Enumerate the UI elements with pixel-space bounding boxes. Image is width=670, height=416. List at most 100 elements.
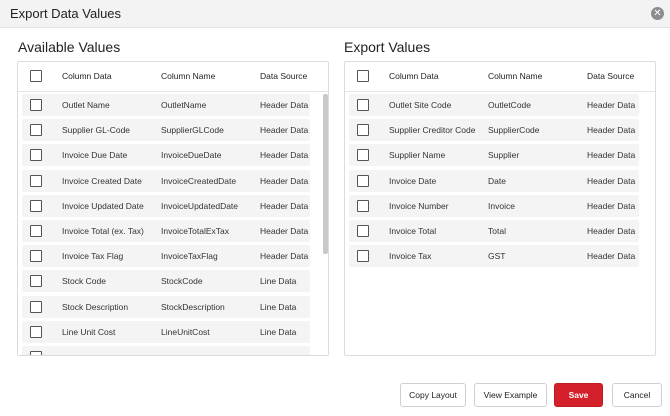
row-checkbox[interactable] (30, 99, 42, 111)
cancel-button[interactable]: Cancel (612, 383, 662, 407)
table-row[interactable]: Invoice Number Invoice Header Data (349, 194, 639, 217)
cell-data-source: Line Data (260, 276, 297, 287)
row-checkbox[interactable] (357, 99, 369, 111)
cell-column-data: Stock Code (62, 276, 106, 287)
copy-layout-button[interactable]: Copy Layout (400, 383, 466, 407)
cell-column-name: InvoiceDueDate (161, 150, 222, 161)
cell-data-source: Line Data (260, 301, 297, 312)
select-all-checkbox[interactable] (357, 70, 369, 82)
table-row[interactable]: Invoice Total Total Header Data (349, 220, 639, 242)
table-row[interactable]: Invoice Tax GST Header Data (349, 245, 639, 268)
cell-column-data: Invoice Due Date (62, 150, 128, 161)
row-checkbox[interactable] (357, 199, 369, 212)
table-row[interactable]: Supplier Creditor Code SupplierCode Header… (349, 119, 639, 142)
cell-column-name: SupplierCode (488, 125, 540, 136)
available-rows: Outlet Name OutletName Header Data Supplier… (18, 94, 328, 355)
table-row[interactable]: Stock Code StockCode Line Data (22, 270, 310, 293)
cell-data-source: Header Data (260, 150, 309, 161)
dialog-title: Export Data Values (10, 6, 122, 21)
cell-data-source: Header Data (587, 125, 636, 136)
row-checkbox[interactable] (357, 250, 369, 263)
table-row[interactable]: Supplier GL-Code SupplierGLCode Header Dat… (22, 119, 310, 142)
cell-column-data: Invoice Tax Flag (62, 251, 124, 262)
grid-header: Column Data Column Name Data Source (18, 62, 328, 92)
cell-column-data: Supplier Creditor Code (389, 125, 476, 136)
cell-column-data: Invoice Date (389, 175, 437, 186)
table-row[interactable]: Invoice Created Date InvoiceCreatedDate He… (22, 169, 310, 192)
row-checkbox[interactable] (30, 351, 42, 355)
cell-column-name: InvoiceCreatedDate (161, 175, 237, 186)
cell-data-source: Header Data (587, 150, 636, 161)
close-icon[interactable]: ✕ (651, 7, 664, 20)
table-row[interactable]: Invoice Total (ex. Tax) InvoiceTotalExTax… (22, 220, 310, 242)
cell-column-data: Invoice Total (389, 226, 437, 236)
cell-column-name: InvoiceTaxFlag (161, 251, 218, 262)
select-all-checkbox[interactable] (30, 70, 42, 82)
table-row[interactable] (22, 346, 310, 355)
row-checkbox[interactable] (357, 225, 369, 237)
cell-column-data: Invoice Number (389, 200, 449, 211)
column-header-column-data[interactable]: Column Data (62, 71, 154, 81)
row-checkbox[interactable] (30, 250, 42, 263)
export-values-title: Export Values (344, 39, 431, 55)
dialog-titlebar: Export Data Values ✕ (0, 0, 670, 28)
table-row[interactable]: Outlet Name OutletName Header Data (22, 94, 310, 116)
cell-column-data: Invoice Tax (389, 251, 432, 262)
cell-column-data: Supplier Name (389, 150, 446, 161)
row-checkbox[interactable] (30, 225, 42, 237)
row-checkbox[interactable] (30, 300, 42, 313)
table-row[interactable]: Invoice Due Date InvoiceDueDate Header Dat… (22, 144, 310, 167)
cell-column-data: Invoice Updated Date (62, 200, 144, 211)
cell-column-name: StockCode (161, 276, 203, 287)
cell-column-data: Outlet Site Code (389, 100, 452, 110)
scrollbar-thumb[interactable] (323, 94, 328, 254)
cell-data-source: Header Data (587, 100, 636, 110)
row-checkbox[interactable] (30, 174, 42, 187)
column-header-column-data[interactable]: Column Data (389, 71, 481, 81)
cell-column-name: StockDescription (161, 301, 225, 312)
cell-data-source: Header Data (260, 226, 309, 236)
table-row[interactable]: Invoice Tax Flag InvoiceTaxFlag Header Dat… (22, 245, 310, 268)
row-checkbox[interactable] (357, 174, 369, 187)
cell-column-data: Invoice Created Date (62, 175, 142, 186)
table-row[interactable]: Outlet Site Code OutletCode Header Data (349, 94, 639, 116)
row-checkbox[interactable] (30, 325, 42, 338)
save-button[interactable]: Save (554, 383, 603, 407)
table-row[interactable]: Line Unit Cost LineUnitCost Line Data (22, 320, 310, 343)
available-values-title: Available Values (18, 39, 121, 55)
row-checkbox[interactable] (30, 199, 42, 212)
cell-column-name: Date (488, 175, 506, 186)
cell-column-data: Invoice Total (ex. Tax) (62, 226, 144, 236)
cell-data-source: Header Data (587, 175, 636, 186)
cell-column-name: InvoiceUpdatedDate (161, 200, 239, 211)
table-row[interactable]: Supplier Name Supplier Header Data (349, 144, 639, 167)
column-header-data-source[interactable]: Data Source (587, 71, 635, 81)
row-checkbox[interactable] (30, 124, 42, 137)
cell-column-name: GST (488, 251, 506, 262)
cell-column-name: InvoiceTotalExTax (161, 226, 230, 236)
cell-column-data: Supplier GL-Code (62, 125, 131, 136)
row-checkbox[interactable] (357, 124, 369, 137)
column-header-column-name[interactable]: Column Name (488, 71, 580, 81)
cell-column-name: OutletCode (488, 100, 531, 110)
cell-data-source: Header Data (260, 251, 309, 262)
table-row[interactable]: Invoice Updated Date InvoiceUpdatedDate He… (22, 194, 310, 217)
cell-data-source: Header Data (260, 125, 309, 136)
table-row[interactable]: Invoice Date Date Header Data (349, 169, 639, 192)
column-header-data-source[interactable]: Data Source (260, 71, 308, 81)
export-values-grid: Column Data Column Name Data Source Outl… (344, 61, 656, 356)
cell-data-source: Line Data (260, 326, 297, 337)
export-rows: Outlet Site Code OutletCode Header Data Sup… (345, 94, 655, 355)
cell-column-data: Stock Description (62, 301, 129, 312)
row-checkbox[interactable] (30, 275, 42, 288)
cell-data-source: Header Data (587, 226, 636, 236)
cell-column-name: LineUnitCost (161, 326, 210, 337)
cell-data-source: Header Data (260, 100, 309, 110)
view-example-button[interactable]: View Example (474, 383, 547, 407)
cell-column-name: OutletName (161, 100, 207, 110)
table-row[interactable]: Stock Description StockDescription Line Da… (22, 295, 310, 318)
row-checkbox[interactable] (30, 149, 42, 162)
row-checkbox[interactable] (357, 149, 369, 162)
column-header-column-name[interactable]: Column Name (161, 71, 253, 81)
grid-header: Column Data Column Name Data Source (345, 62, 655, 92)
